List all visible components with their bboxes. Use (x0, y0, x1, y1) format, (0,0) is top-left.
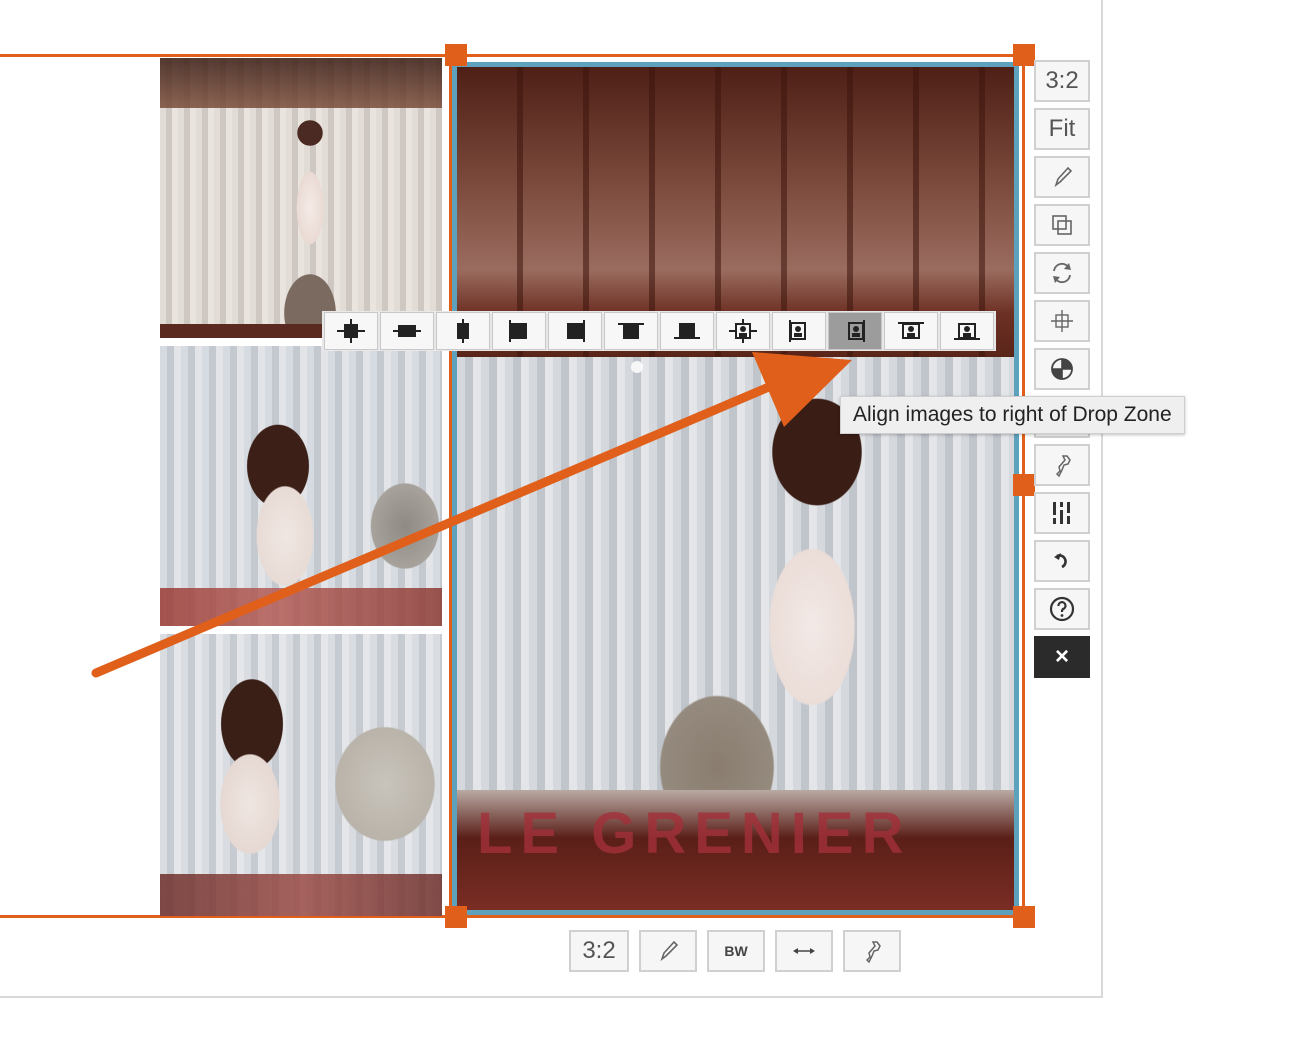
pencil-icon (660, 940, 679, 962)
pencil-icon (1054, 166, 1073, 188)
align-top-icon (618, 323, 644, 339)
adjust-button[interactable] (1034, 492, 1090, 534)
photo-sign-text: LE GRENIER (477, 801, 912, 866)
help-icon (1049, 596, 1075, 622)
align-toolbar (322, 311, 996, 351)
copy-icon (1052, 215, 1072, 235)
align-center-both-icon (337, 319, 365, 343)
align-center-horizontal-icon (393, 325, 421, 337)
undo-icon (1054, 553, 1067, 569)
color-wheel-icon (1051, 358, 1073, 380)
spread-outline-bottom (0, 915, 1026, 918)
align-images-top-dropzone-button[interactable] (884, 312, 938, 350)
align-bottom-icon (674, 323, 700, 339)
tools-button[interactable] (1034, 444, 1090, 486)
align-top-button[interactable] (604, 312, 658, 350)
bottom-tools-button[interactable] (843, 930, 901, 972)
photo-thumbnail-1[interactable] (160, 58, 442, 338)
main-photo-frame[interactable]: LE GRENIER (452, 62, 1019, 915)
align-center-horizontal-button[interactable] (380, 312, 434, 350)
close-button[interactable]: × (1034, 636, 1090, 678)
crosshair-grid-icon (1051, 310, 1073, 332)
edit-button[interactable] (1034, 156, 1090, 198)
align-center-vertical-button[interactable] (436, 312, 490, 350)
align-images-right-icon (848, 320, 865, 342)
photo-thumbnail-2[interactable] (160, 346, 442, 626)
ratio-button[interactable]: 3:2 (1034, 60, 1090, 102)
align-right-button[interactable] (548, 312, 602, 350)
resize-handle-right[interactable] (1013, 474, 1035, 496)
grid-button[interactable] (1034, 300, 1090, 342)
panel-right-border (1101, 0, 1103, 998)
align-right-icon (567, 320, 585, 342)
panel-bottom-border (0, 996, 1103, 998)
photo-thumbnail-3[interactable] (160, 634, 442, 916)
resize-handle-top-right[interactable] (1013, 44, 1035, 66)
rotate-icon (1053, 262, 1071, 284)
align-images-center-dropzone-button[interactable] (716, 312, 770, 350)
align-tooltip: Align images to right of Drop Zone (840, 396, 1185, 434)
bw-label: BW (724, 943, 748, 959)
undo-button[interactable] (1034, 540, 1090, 582)
side-toolbar: 3:2 Fit BW × (1034, 60, 1090, 678)
sliders-icon (1051, 502, 1072, 524)
align-images-left-icon (789, 320, 806, 342)
help-button[interactable] (1034, 588, 1090, 630)
duplicate-button[interactable] (1034, 204, 1090, 246)
align-bottom-button[interactable] (660, 312, 714, 350)
horizontal-arrows-icon (793, 948, 815, 954)
main-photo: LE GRENIER (457, 67, 1014, 910)
spread-outline-top (0, 54, 1026, 57)
bottom-flip-button[interactable] (775, 930, 833, 972)
align-images-top-icon (898, 322, 924, 339)
resize-handle-bottom-left[interactable] (445, 906, 467, 928)
bottom-toolbar: 3:2 BW (569, 930, 901, 972)
resize-handle-top-left[interactable] (445, 44, 467, 66)
color-button[interactable] (1034, 348, 1090, 390)
rotate-button[interactable] (1034, 252, 1090, 294)
wrench-icon (865, 941, 881, 964)
drop-zone-dot (631, 361, 643, 373)
align-images-bottom-dropzone-button[interactable] (940, 312, 994, 350)
align-left-icon (509, 320, 527, 342)
bottom-edit-button[interactable] (639, 930, 697, 972)
align-center-both-button[interactable] (324, 312, 378, 350)
bottom-ratio-button[interactable]: 3:2 (569, 930, 629, 972)
fit-button[interactable]: Fit (1034, 108, 1090, 150)
align-images-center-icon (729, 319, 757, 343)
resize-handle-bottom-right[interactable] (1013, 906, 1035, 928)
bottom-bw-button[interactable]: BW (707, 930, 765, 972)
wrench-icon (1055, 455, 1071, 478)
align-left-button[interactable] (492, 312, 546, 350)
align-center-vertical-icon (457, 319, 469, 343)
align-images-bottom-icon (954, 323, 980, 340)
align-images-left-dropzone-button[interactable] (772, 312, 826, 350)
align-images-right-dropzone-button[interactable] (828, 312, 882, 350)
